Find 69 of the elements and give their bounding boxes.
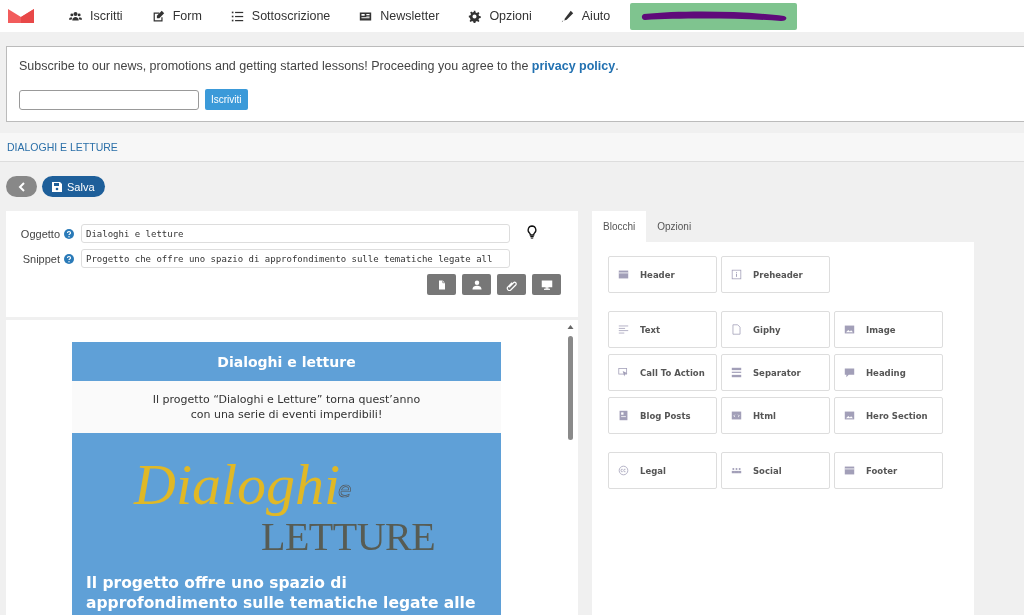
separator-icon: [731, 367, 742, 378]
gear-icon: [468, 9, 482, 23]
field-label: Oggetto: [20, 227, 60, 240]
chat-icon: [844, 367, 855, 378]
block-tile[interactable]: Heading: [834, 354, 943, 391]
subscribe-text: Subscribe to our news, promotions and getting started lessons! Proceeding you agree to the privacy policy.: [19, 59, 620, 73]
block-tile[interactable]: Image: [834, 311, 943, 348]
chevron-icon: [17, 181, 26, 192]
block-tile[interactable]: Header: [608, 256, 717, 293]
nav-item[interactable]: Sottoscrizione: [217, 9, 347, 23]
image-icon: [844, 324, 855, 335]
cc-icon: [618, 465, 629, 476]
block-tile[interactable]: Legal: [608, 452, 717, 489]
block-tile[interactable]: Call To Action: [608, 354, 717, 391]
users-icon: [69, 9, 82, 23]
block-tile[interactable]: Blog Posts: [608, 397, 717, 434]
block-tile[interactable]: Separator: [721, 354, 830, 391]
breadcrumb[interactable]: DIALOGHI E LETTURE: [7, 141, 118, 153]
panel-tab[interactable]: Opzioni: [646, 211, 703, 242]
tool-button[interactable]: [532, 274, 561, 295]
save-button[interactable]: Salva: [42, 176, 105, 197]
block-tile[interactable]: Social: [721, 452, 830, 489]
list-icon: [230, 9, 244, 23]
tool-button[interactable]: [427, 274, 456, 295]
lightbulb-icon[interactable]: [526, 224, 538, 239]
block-tile[interactable]: Html: [721, 397, 830, 434]
image-icon: [844, 410, 855, 421]
floppy-icon: [52, 181, 62, 192]
logo-icon[interactable]: [8, 9, 34, 23]
help-icon[interactable]: [64, 253, 74, 264]
nav-item[interactable]: Form: [138, 9, 218, 23]
code-icon: [731, 410, 742, 421]
info-icon: [731, 269, 742, 280]
back-button[interactable]: [6, 176, 37, 197]
header-icon: [618, 269, 629, 280]
intro-line: Il progetto “Dialoghi e Letture” torna quest’anno: [152, 391, 421, 407]
nav-item[interactable]: Newsletter: [346, 9, 456, 23]
email-title: Dialoghi e letture: [72, 342, 501, 381]
tool-button[interactable]: [462, 274, 491, 295]
text-field[interactable]: Dialoghi e letture: [81, 224, 510, 243]
user-icon: [470, 278, 483, 291]
nav-item[interactable]: Aiuto: [547, 9, 627, 23]
header-icon: [844, 465, 855, 476]
tool-button[interactable]: [497, 274, 526, 295]
post-icon: [618, 410, 629, 421]
logo-conjunction: e: [338, 477, 352, 502]
block-tile[interactable]: Hero Section: [834, 397, 943, 434]
file-icon: [731, 324, 742, 335]
text-field[interactable]: Progetto che offre uno spazio di approfondimento sulle tematiche legate all: [81, 249, 510, 268]
help-icon[interactable]: [64, 228, 74, 239]
intro-line: con una serie di eventi imperdibili!: [190, 407, 383, 423]
pen-icon: [560, 9, 574, 23]
nav-item[interactable]: Iscritti: [56, 9, 139, 23]
block-tile[interactable]: Footer: [834, 452, 943, 489]
block-tile[interactable]: Giphy: [721, 311, 830, 348]
field-label: Snippet: [22, 252, 60, 265]
cursor-icon: [618, 367, 629, 378]
hero-text: Il progetto offre uno spazio di approfondimento sulle tematiche legate alle: [86, 573, 477, 614]
email-field[interactable]: [19, 89, 199, 110]
desktop-icon: [540, 278, 553, 291]
privacy-link[interactable]: privacy policy: [531, 59, 616, 73]
license-button[interactable]: [630, 2, 798, 30]
block-tile[interactable]: Text: [608, 311, 717, 348]
panel-tab[interactable]: Blocchi: [592, 211, 647, 242]
edit-icon: [151, 9, 165, 23]
block-tile[interactable]: Preheader: [721, 256, 830, 293]
nav-item[interactable]: Opzioni: [455, 9, 548, 23]
social-icon: [731, 465, 742, 476]
newspaper-icon: [359, 9, 373, 23]
